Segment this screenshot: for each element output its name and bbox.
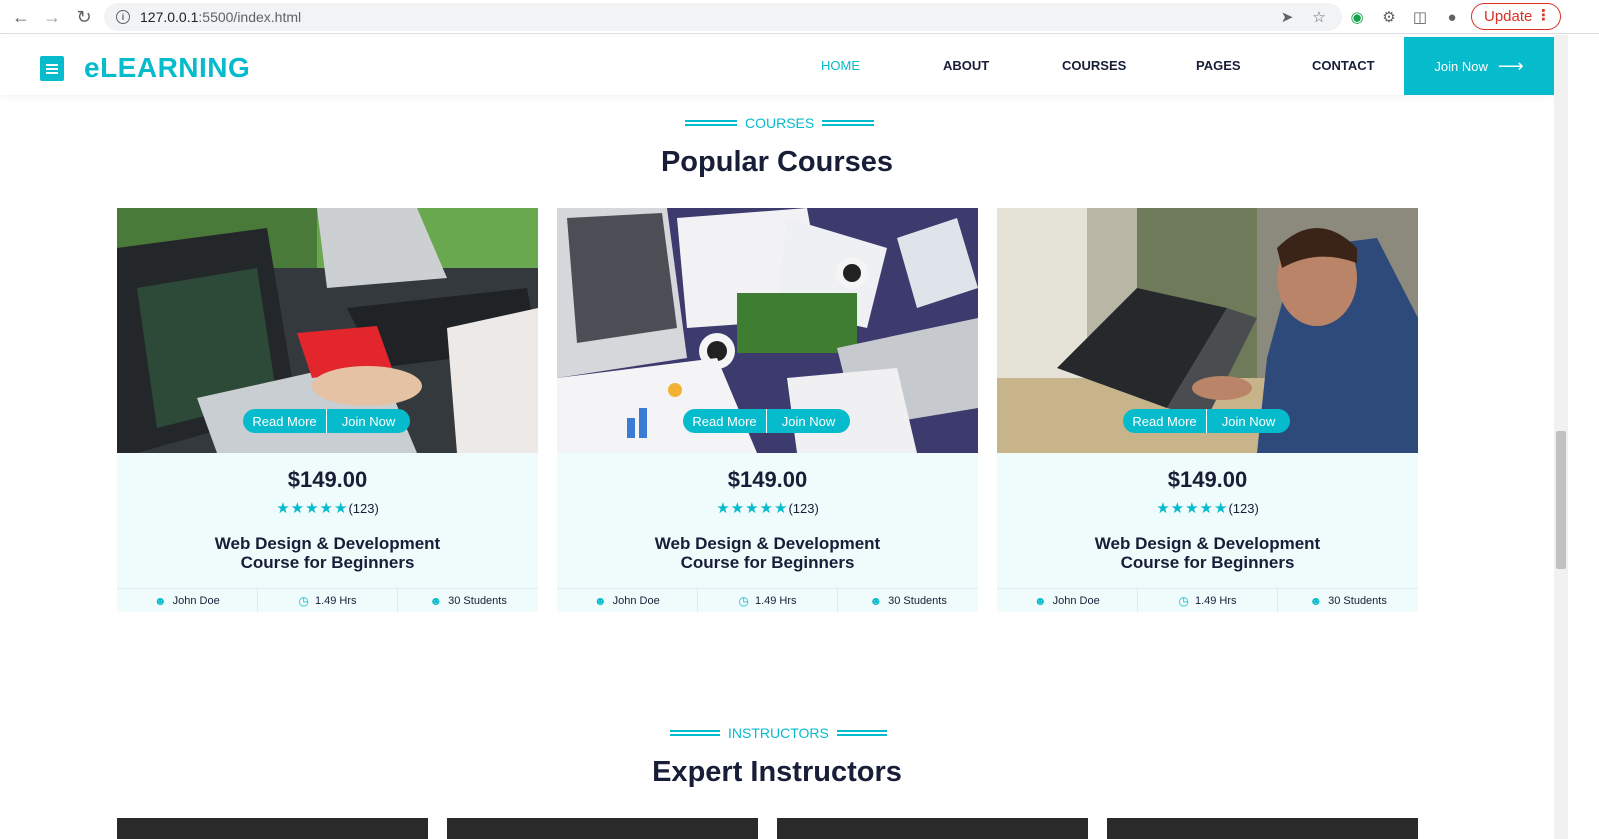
course-duration: 1.49 Hrs — [314, 594, 357, 607]
course-title[interactable]: Web Design & Development Course for Begi… — [997, 534, 1418, 572]
course-card: Read More Join Now $149.00 ★★★★★(123) We… — [117, 208, 538, 612]
section-tag-courses: COURSES — [685, 115, 875, 131]
profile-icon[interactable]: ● — [1442, 7, 1462, 27]
clock-icon: ◷ — [298, 593, 309, 608]
clock-icon: ◷ — [738, 593, 749, 608]
reload-icon[interactable]: ↻ — [72, 5, 96, 29]
star-rating-icon: ★★★★★ — [276, 500, 349, 517]
course-meta: ☻ John Doe ◷ 1.49 Hrs ☻ 30 Students — [557, 588, 978, 612]
book-icon — [40, 55, 64, 81]
instructor-card — [1107, 818, 1418, 839]
read-more-button[interactable]: Read More — [683, 409, 767, 433]
send-icon[interactable]: ➤ — [1277, 7, 1297, 27]
card-actions: Read More Join Now — [1123, 409, 1290, 433]
browser-toolbar: ← → ↻ i 127.0.0.1:5500/index.html ➤ ☆ ◉ … — [0, 0, 1599, 34]
course-rating: ★★★★★(123) — [1156, 500, 1259, 517]
nav-courses[interactable]: COURSES — [1062, 58, 1126, 73]
grammarly-icon[interactable]: ◉ — [1347, 7, 1367, 27]
nav-about[interactable]: ABOUT — [943, 58, 989, 73]
user-icon: ☻ — [1033, 593, 1047, 608]
site-navbar: eLEARNING HOME ABOUT COURSES PAGES CONTA… — [0, 37, 1554, 95]
extensions-icon[interactable]: ⚙ — [1379, 7, 1399, 27]
course-card: Read More Join Now $149.00 ★★★★★(123) We… — [997, 208, 1418, 612]
back-icon[interactable]: ← — [9, 5, 33, 29]
course-meta: ☻ John Doe ◷ 1.49 Hrs ☻ 30 Students — [117, 588, 538, 612]
course-students: 30 Students — [888, 594, 947, 607]
nav-contact[interactable]: CONTACT — [1312, 58, 1375, 73]
address-bar[interactable]: i 127.0.0.1:5500/index.html — [104, 3, 1342, 31]
course-title[interactable]: Web Design & Development Course for Begi… — [117, 534, 538, 572]
course-price: $149.00 — [1167, 467, 1248, 492]
brand-logo[interactable]: eLEARNING — [40, 52, 250, 84]
scrollbar-thumb[interactable] — [1556, 431, 1566, 569]
course-instructor: John Doe — [172, 594, 220, 607]
card-actions: Read More Join Now — [683, 409, 850, 433]
join-now-card-button[interactable]: Join Now — [767, 409, 850, 433]
join-now-card-button[interactable]: Join Now — [1207, 409, 1290, 433]
students-icon: ☻ — [429, 593, 443, 608]
menu-icon[interactable]: ⋮ — [1536, 6, 1551, 24]
tag-line-right — [836, 730, 887, 736]
students-icon: ☻ — [869, 593, 883, 608]
course-title[interactable]: Web Design & Development Course for Begi… — [557, 534, 978, 572]
section-title-courses: Popular Courses — [660, 146, 894, 178]
nav-home[interactable]: HOME — [821, 58, 860, 73]
read-more-button[interactable]: Read More — [243, 409, 327, 433]
star-rating-icon: ★★★★★ — [716, 500, 789, 517]
instructor-card — [777, 818, 1088, 839]
join-now-button[interactable]: Join Now ⟶ — [1404, 37, 1554, 95]
site-info-icon[interactable]: i — [116, 10, 130, 24]
course-meta: ☻ John Doe ◷ 1.49 Hrs ☻ 30 Students — [997, 588, 1418, 612]
course-duration: 1.49 Hrs — [754, 594, 797, 607]
tag-line-left — [685, 120, 737, 126]
section-tag-instructors: INSTRUCTORS — [670, 725, 887, 741]
course-instructor: John Doe — [1052, 594, 1100, 607]
side-panel-icon[interactable]: ◫ — [1410, 7, 1430, 27]
user-icon: ☻ — [153, 593, 167, 608]
course-rating: ★★★★★(123) — [276, 500, 379, 517]
arrow-right-icon: ⟶ — [1497, 55, 1524, 76]
course-price: $149.00 — [727, 467, 808, 492]
url-text: 127.0.0.1:5500/index.html — [140, 9, 302, 25]
bookmark-star-icon[interactable]: ☆ — [1309, 7, 1329, 27]
clock-icon: ◷ — [1178, 593, 1189, 608]
star-rating-icon: ★★★★★ — [1156, 500, 1229, 517]
card-actions: Read More Join Now — [243, 409, 410, 433]
instructor-card — [117, 818, 428, 839]
user-icon: ☻ — [593, 593, 607, 608]
course-card: Read More Join Now $149.00 ★★★★★(123) We… — [557, 208, 978, 612]
course-duration: 1.49 Hrs — [1194, 594, 1237, 607]
section-title-instructors: Expert Instructors — [652, 756, 902, 788]
update-button[interactable]: Update ⋮ — [1471, 3, 1561, 30]
forward-icon[interactable]: → — [40, 5, 64, 29]
join-now-card-button[interactable]: Join Now — [327, 409, 410, 433]
course-instructor: John Doe — [612, 594, 660, 607]
course-students: 30 Students — [448, 594, 507, 607]
tag-line-left — [670, 730, 720, 736]
course-price: $149.00 — [287, 467, 368, 492]
nav-pages[interactable]: PAGES — [1196, 58, 1241, 73]
brand-name: eLEARNING — [84, 52, 251, 83]
instructor-card — [447, 818, 758, 839]
read-more-button[interactable]: Read More — [1123, 409, 1207, 433]
course-rating: ★★★★★(123) — [716, 500, 819, 517]
tag-line-right — [822, 120, 875, 126]
students-icon: ☻ — [1309, 593, 1323, 608]
course-students: 30 Students — [1328, 594, 1387, 607]
page-scrollbar[interactable] — [1554, 35, 1568, 839]
